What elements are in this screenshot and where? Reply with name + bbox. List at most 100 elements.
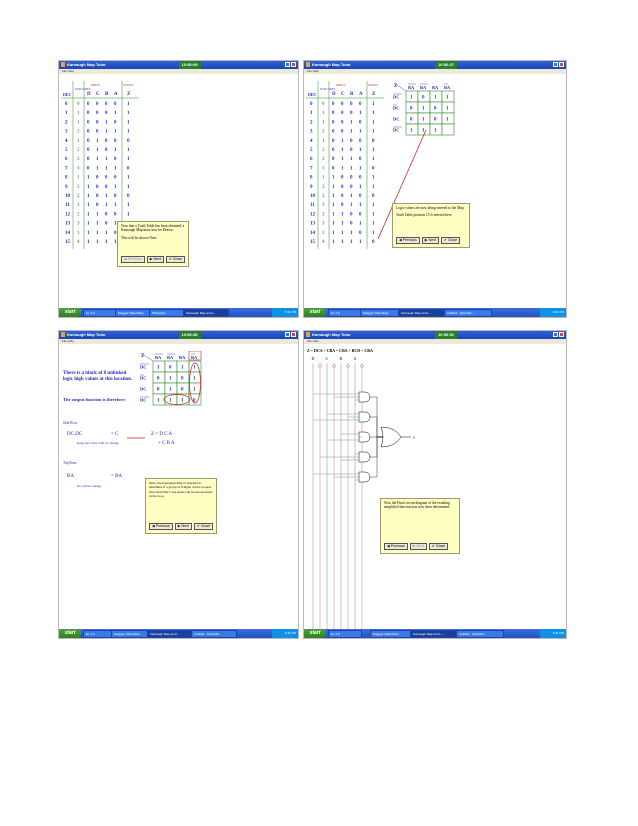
- start-button[interactable]: start: [304, 629, 326, 638]
- taskbar-item[interactable]: Karnaugh Map and L...: [410, 630, 458, 638]
- table-cell: 0: [105, 139, 108, 144]
- previous-button[interactable]: ◀ Previous: [121, 256, 145, 263]
- table-cell: 1: [372, 157, 375, 162]
- next-button[interactable]: ▶ Next: [146, 256, 164, 263]
- note-text: Now that a Truth Table has been obtained…: [121, 224, 185, 233]
- table-cell: 0: [322, 102, 325, 107]
- table-cell: 10: [65, 194, 71, 199]
- previous-button[interactable]: ◀ Previous: [396, 237, 420, 244]
- taskbar-item[interactable]: Untitled - Scientific...: [456, 630, 504, 638]
- table-cell: 0: [114, 176, 117, 181]
- taskbar-item[interactable]: Stagger Data Maze: [370, 630, 412, 638]
- close-button[interactable]: ✔ Close: [165, 256, 186, 263]
- next-button[interactable]: ▶ Next: [421, 237, 439, 244]
- input-label: C: [326, 356, 329, 361]
- taskbar-item[interactable]: Stagger Data Maze: [111, 630, 149, 638]
- table-cell: 0: [87, 139, 90, 144]
- system-clock: 6:31 PM: [272, 629, 298, 638]
- and-gate: [358, 391, 371, 403]
- close-button[interactable]: ✔ Close: [193, 523, 214, 530]
- table-cell: 1: [372, 130, 375, 135]
- previous-button[interactable]: ◀ Previous: [384, 543, 408, 550]
- taskbar-item[interactable]: Ex 4.0: [83, 309, 117, 317]
- truth-table: DECNUM CODESINPUTS OUTPUTD C B A Z0 0 0 0 0 0 11 1 0 0…: [306, 81, 384, 249]
- taskbar-item[interactable]: Ex 4.0: [328, 309, 362, 317]
- close-button[interactable]: ✔ Close: [428, 543, 449, 550]
- close-icon[interactable]: [291, 332, 296, 337]
- inverter-bubble: [346, 364, 350, 368]
- next-button[interactable]: ▶ Next: [409, 543, 427, 550]
- taskbar-item[interactable]: Ex 4.0: [328, 630, 362, 638]
- start-button[interactable]: start: [304, 308, 326, 317]
- window-title: Karnaugh Map Tutor: [312, 332, 351, 337]
- table-cell: 0: [332, 148, 335, 153]
- minimize-icon[interactable]: [285, 332, 290, 337]
- start-button[interactable]: start: [59, 308, 81, 317]
- table-cell: 1: [332, 203, 335, 208]
- menu-bar[interactable]: File Help: [304, 69, 566, 74]
- table-cell: 0: [341, 194, 344, 199]
- menu-bar[interactable]: File Help: [304, 339, 566, 344]
- function-equation: Z = DCA + CBA + CBA + BCD + CBA: [307, 348, 373, 353]
- table-cell: 1: [350, 166, 353, 171]
- minimize-icon[interactable]: [285, 62, 290, 67]
- close-button[interactable]: ✔ Close: [440, 237, 461, 244]
- table-cell: 0: [359, 176, 362, 181]
- close-icon[interactable]: [559, 332, 564, 337]
- table-cell: 0: [372, 194, 375, 199]
- table-cell: 6: [310, 157, 313, 162]
- next-button[interactable]: ▶ Next: [174, 523, 192, 530]
- note-text: Truth Table position 15 is entered here.: [396, 213, 453, 218]
- karnaugh-map: Z BA BA BA BADCDCDCDC1 0 1 10 1 0 10 1 0 11 1 1 0: [140, 351, 202, 406]
- close-label: Close: [435, 544, 446, 548]
- table-cell: 0: [341, 111, 344, 116]
- close-icon[interactable]: [291, 62, 296, 67]
- taskbar-item[interactable]: Karnaugh Map and L...: [183, 309, 229, 317]
- table-cell: 11: [65, 203, 70, 208]
- table-cell: 1: [105, 157, 108, 162]
- taskbar-item[interactable]: Ex 4.0: [83, 630, 113, 638]
- taskbar-item[interactable]: Untitled - Scientific...: [444, 309, 492, 317]
- table-cell: 1: [332, 194, 335, 199]
- output-header: OUTPUT: [368, 84, 379, 87]
- kmap-corner-label: Z: [394, 84, 398, 89]
- side-row-label: Side Row:: [63, 421, 79, 425]
- table-cell: 1: [332, 176, 335, 181]
- close-icon[interactable]: [559, 62, 564, 67]
- menu-bar[interactable]: File Help: [59, 69, 298, 74]
- taskbar-item[interactable]: Karnaugh Map and L...: [147, 630, 193, 638]
- table-cell: 1: [114, 166, 117, 171]
- clock-badge: 10:56:38: [178, 331, 201, 339]
- table-cell: 0: [341, 185, 344, 190]
- screenshot-kmap-entry: Karnaugh Map Tutor 10:56:27 File Help DE…: [303, 60, 567, 318]
- table-cell: 1: [350, 130, 353, 135]
- kmap-column-header: BA: [179, 355, 186, 360]
- table-cell: 0: [359, 102, 362, 107]
- previous-button[interactable]: ◀ Previous: [149, 523, 173, 530]
- table-cell: 14: [65, 231, 71, 236]
- taskbar-item[interactable]: Whitestyle: [149, 309, 185, 317]
- taskbar-item[interactable]: Stagger Data Maze: [360, 309, 400, 317]
- output-header: OUTPUT: [123, 84, 134, 87]
- taskbar-item[interactable]: Karnaugh Map and L...: [398, 309, 446, 317]
- table-cell: 0: [359, 157, 362, 162]
- button-row: ◀ Previous ▶ Next ✔ Close: [396, 237, 462, 244]
- button-row: ◀ Previous ▶ Next ✔ Close: [149, 523, 215, 530]
- output-label: z: [413, 435, 415, 440]
- next-label: Next: [416, 544, 424, 548]
- next-label: Next: [153, 257, 161, 261]
- table-cell: 0: [359, 120, 362, 125]
- column-header: B: [350, 92, 354, 97]
- taskbar-item[interactable]: Untitled - Scientific...: [191, 630, 237, 638]
- start-button[interactable]: start: [59, 629, 81, 638]
- table-cell: 0: [372, 166, 375, 171]
- close-label: Close: [447, 238, 458, 242]
- minimize-icon[interactable]: [553, 62, 558, 67]
- menu-bar[interactable]: File Help: [59, 339, 298, 344]
- minimize-icon[interactable]: [553, 332, 558, 337]
- table-cell: 0: [359, 194, 362, 199]
- table-cell: 1: [114, 148, 117, 153]
- column-header: D: [87, 92, 91, 97]
- app-icon: [306, 62, 310, 67]
- taskbar-item[interactable]: Stagger Data Maze: [115, 309, 151, 317]
